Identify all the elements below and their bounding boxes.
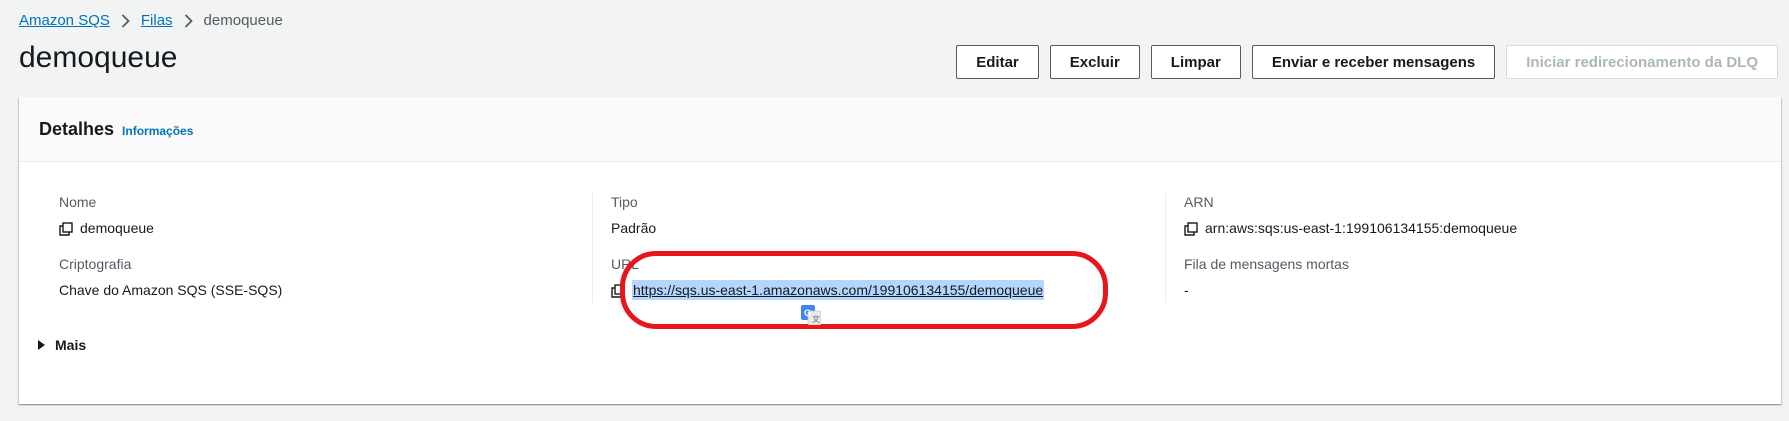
arn-text: arn:aws:sqs:us-east-1:199106134155:demoq… (1205, 220, 1518, 236)
dlq-value: - (1184, 282, 1189, 298)
encryption-field: Criptografia Chave do Amazon SQS (SSE-SQ… (59, 255, 592, 300)
chevron-right-icon (184, 13, 193, 28)
type-field: Tipo Padrão (611, 193, 1165, 238)
details-column-1: Nome demoqueue Criptografia Chave do Ama… (19, 193, 592, 305)
details-grid: Nome demoqueue Criptografia Chave do Ama… (19, 193, 1781, 305)
details-panel: Detalhes Informações Nome demoqueue Crip… (19, 97, 1781, 404)
svg-text:文: 文 (812, 314, 820, 324)
info-link[interactable]: Informações (122, 124, 193, 138)
copy-icon[interactable] (59, 221, 73, 236)
arn-label: ARN (1184, 194, 1214, 210)
more-expander[interactable]: Mais (38, 337, 86, 353)
type-label: Tipo (611, 194, 638, 210)
copy-icon[interactable] (611, 283, 625, 298)
url-value: https://sqs.us-east-1.amazonaws.com/1991… (611, 280, 1165, 300)
breadcrumb-queues[interactable]: Filas (141, 12, 173, 29)
breadcrumb: Amazon SQS Filas demoqueue (19, 12, 283, 29)
action-bar: Editar Excluir Limpar Enviar e receber m… (956, 45, 1778, 79)
details-title: Detalhes (39, 118, 115, 139)
encryption-value: Chave do Amazon SQS (SSE-SQS) (59, 282, 283, 298)
svg-text:G: G (804, 308, 811, 318)
dlq-field: Fila de mensagens mortas - (1184, 255, 1738, 300)
url-field: URL https://sqs.us-east-1.amazonaws.com/… (611, 255, 1165, 300)
chevron-right-icon (121, 13, 130, 28)
purge-button[interactable]: Limpar (1150, 45, 1241, 79)
page-title: demoqueue (19, 41, 178, 74)
send-receive-button[interactable]: Enviar e receber mensagens (1251, 45, 1496, 79)
name-value: demoqueue (59, 218, 592, 238)
encryption-label: Criptografia (59, 256, 132, 272)
edit-button[interactable]: Editar (956, 45, 1039, 79)
name-field: Nome demoqueue (59, 193, 592, 238)
arn-value: arn:aws:sqs:us-east-1:199106134155:demoq… (1184, 218, 1738, 238)
name-label: Nome (59, 194, 97, 210)
url-label: URL (611, 256, 640, 272)
breadcrumb-current: demoqueue (203, 12, 283, 29)
dlq-label: Fila de mensagens mortas (1184, 256, 1349, 272)
name-text: demoqueue (80, 220, 154, 236)
delete-button[interactable]: Excluir (1049, 45, 1140, 79)
details-header: Detalhes Informações (19, 97, 1781, 162)
caret-right-icon (38, 340, 45, 350)
breadcrumb-amazon-sqs[interactable]: Amazon SQS (19, 12, 110, 29)
url-text[interactable]: https://sqs.us-east-1.amazonaws.com/1991… (632, 280, 1045, 300)
dlq-redrive-button[interactable]: Iniciar redirecionamento da DLQ (1506, 45, 1778, 79)
arn-field: ARN arn:aws:sqs:us-east-1:199106134155:d… (1184, 193, 1738, 238)
more-label: Mais (55, 337, 87, 353)
google-translate-icon[interactable]: G 文 (801, 305, 822, 326)
copy-icon[interactable] (1184, 221, 1198, 236)
details-column-3: ARN arn:aws:sqs:us-east-1:199106134155:d… (1165, 193, 1738, 305)
details-column-2: Tipo Padrão URL https://sqs.us-east-1.am… (592, 193, 1165, 305)
type-value: Padrão (611, 220, 657, 236)
